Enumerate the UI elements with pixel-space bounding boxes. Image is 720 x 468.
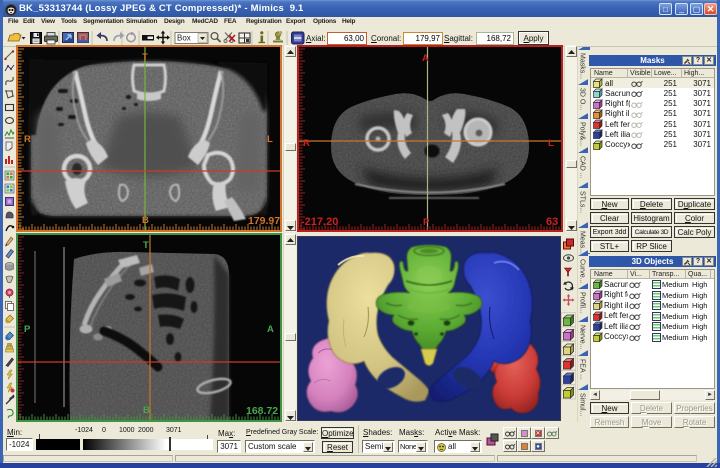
svg-text:Profil...: Profil... — [579, 292, 586, 314]
svg-text:A: A — [267, 324, 274, 335]
svg-text:L: L — [548, 138, 554, 149]
svg-text:Poly&...: Poly&... — [579, 122, 586, 146]
svg-text:Masks...: Masks... — [579, 53, 586, 79]
svg-text:168.72: 168.72 — [246, 405, 278, 417]
svg-text:CAD ...: CAD ... — [579, 156, 586, 179]
svg-text:Simul...: Simul... — [579, 393, 586, 416]
svg-text:3D O...: 3D O... — [579, 88, 586, 110]
svg-text:L: L — [267, 134, 273, 145]
svg-text:179.97: 179.97 — [248, 215, 280, 227]
svg-text:Curve...: Curve... — [579, 259, 586, 284]
svg-text:T: T — [143, 240, 149, 251]
svg-text:Box: Box — [177, 34, 191, 43]
svg-text:-217.20: -217.20 — [301, 216, 338, 228]
svg-text:P: P — [24, 324, 31, 335]
svg-text:B: B — [142, 215, 149, 226]
svg-text:A: A — [422, 53, 429, 64]
svg-text:R: R — [24, 134, 31, 145]
svg-text:63: 63 — [546, 216, 558, 228]
svg-text:Nerve...: Nerve... — [579, 325, 586, 350]
svg-text:STLs...: STLs... — [579, 191, 586, 213]
svg-text:FEA ...: FEA ... — [579, 359, 586, 380]
svg-text:P: P — [423, 217, 430, 228]
svg-text:R: R — [303, 138, 310, 149]
svg-text:Meas...: Meas... — [579, 231, 586, 254]
svg-text:T: T — [142, 52, 148, 63]
svg-text:B: B — [143, 405, 150, 416]
